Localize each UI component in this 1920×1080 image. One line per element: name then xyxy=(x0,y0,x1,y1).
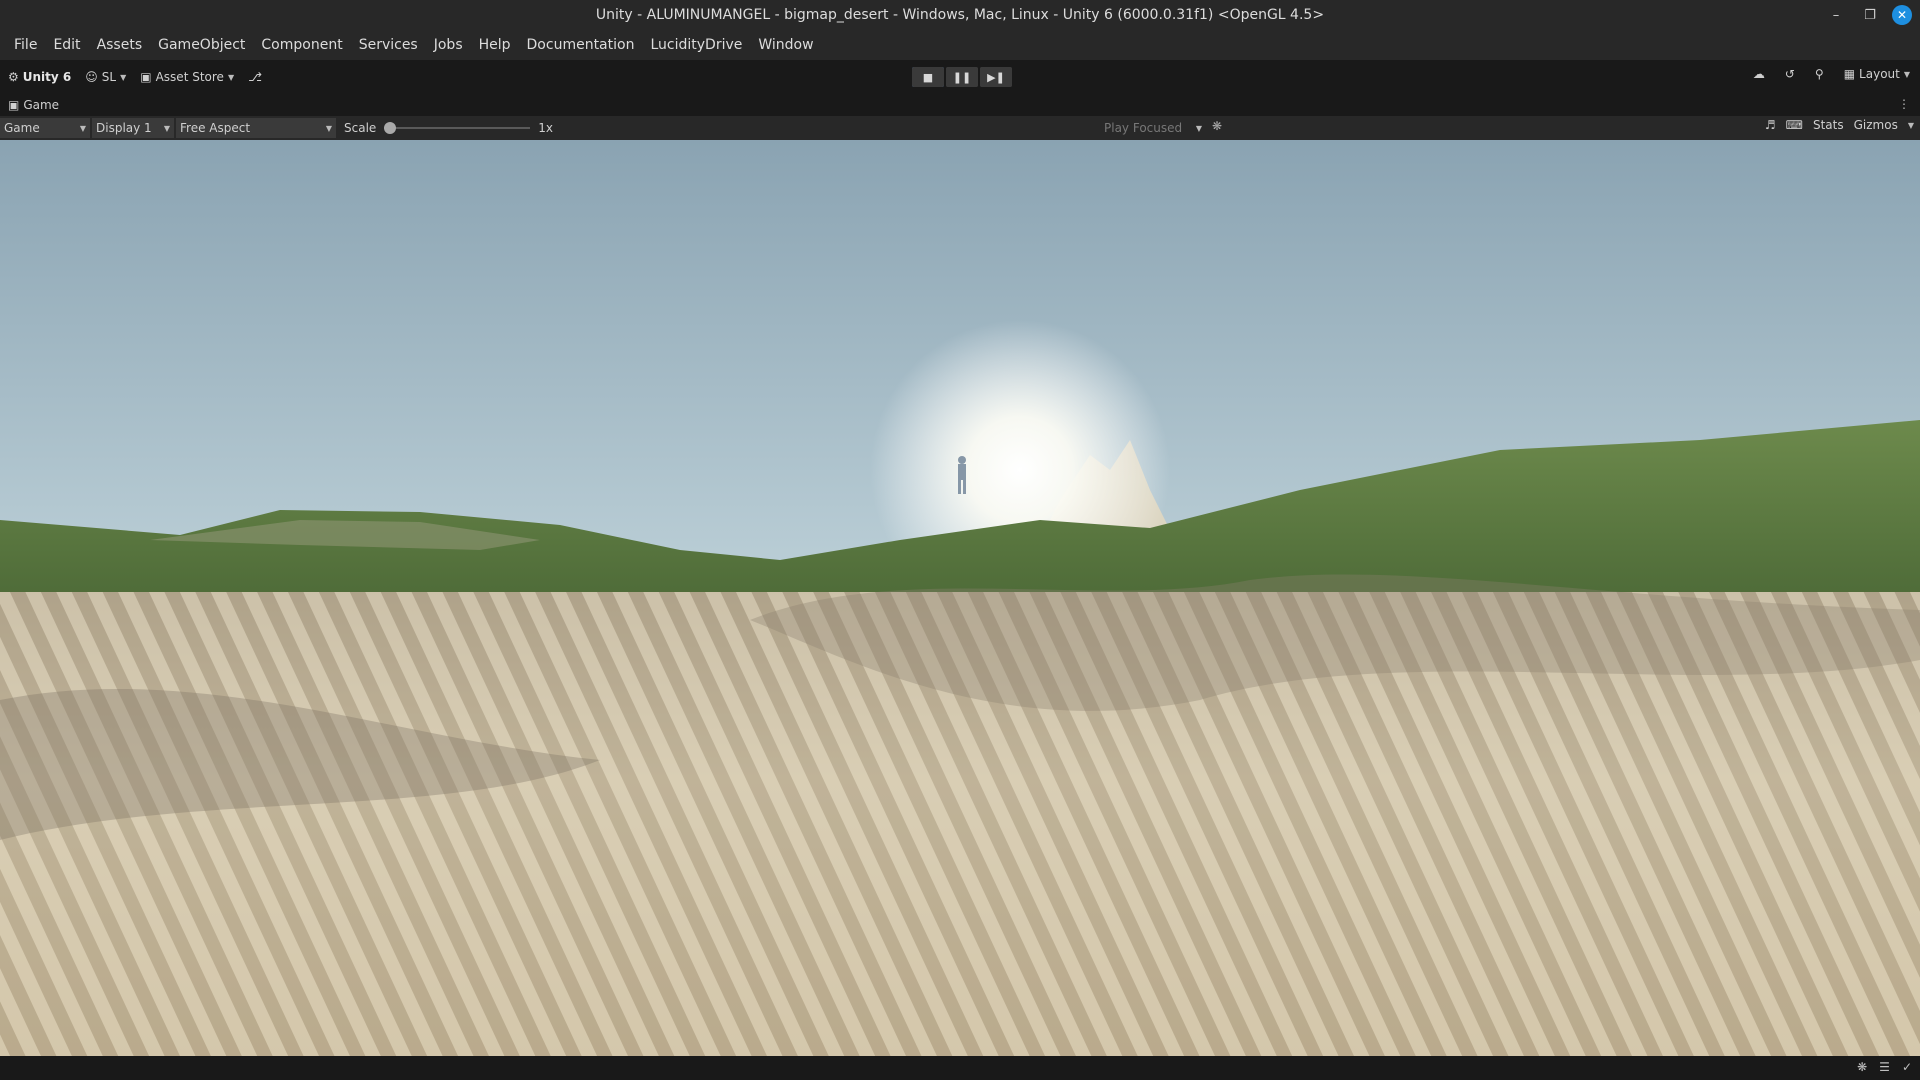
gamepad-icon: ▣ xyxy=(8,98,20,112)
display-label: Display 1 xyxy=(96,121,152,135)
layout-dropdown[interactable]: ▦ Layout ▼ xyxy=(1844,67,1910,81)
keyboard-icon[interactable]: ⌨ xyxy=(1786,118,1803,132)
play-mode-dropdown[interactable]: Play Focused ▼ xyxy=(1100,118,1206,138)
stop-icon: ■ xyxy=(912,67,944,87)
menu-bar: File Edit Assets GameObject Component Se… xyxy=(0,30,1920,60)
account-dropdown[interactable]: ☺ SL ▼ xyxy=(85,70,126,84)
audio-icon[interactable]: ♬ xyxy=(1765,118,1776,132)
title-bar: Unity - ALUMINUMANGEL - bigmap_desert - … xyxy=(0,0,1920,30)
display-dropdown[interactable]: Display 1 ▼ xyxy=(92,118,174,138)
branch-icon: ⎇ xyxy=(248,70,262,84)
menu-edit[interactable]: Edit xyxy=(45,37,88,53)
step-button[interactable]: ▶❚ xyxy=(980,67,1012,87)
tab-bar: ▣ Game ⋮ xyxy=(0,94,1920,116)
asset-store-dropdown[interactable]: ▣ Asset Store ▼ xyxy=(140,70,234,84)
menu-window[interactable]: Window xyxy=(750,37,821,53)
minimize-icon[interactable]: – xyxy=(1824,4,1848,26)
main-toolbar: ⚙ Unity 6 ☺ SL ▼ ▣ Asset Store ▼ ⎇ ■ ❚❚ … xyxy=(0,60,1920,94)
more-options-icon[interactable]: ⋮ xyxy=(1898,97,1910,111)
asset-store-label: Asset Store xyxy=(155,70,224,84)
account-icon: ☺ xyxy=(85,70,98,84)
search-icon[interactable]: ⚲ xyxy=(1815,67,1824,81)
menu-services[interactable]: Services xyxy=(351,37,426,53)
scale-slider[interactable] xyxy=(384,122,531,134)
aspect-label: Free Aspect xyxy=(180,121,251,135)
pause-button[interactable]: ❚❚ xyxy=(946,67,978,87)
layout-icon: ▦ xyxy=(1843,67,1856,81)
scale-slider-handle[interactable] xyxy=(384,122,397,134)
aspect-dropdown[interactable]: Free Aspect ▼ xyxy=(176,118,336,138)
status-bar: ❋ ☰ ✓ xyxy=(0,1056,1920,1080)
view-mode-label: Game xyxy=(4,121,40,135)
game-render xyxy=(0,140,1920,1056)
account-label: SL xyxy=(101,70,117,84)
chevron-down-icon: ▼ xyxy=(79,123,86,133)
chevron-down-icon: ▼ xyxy=(120,72,127,82)
scale-control: Scale 1x xyxy=(338,121,553,135)
menu-component[interactable]: Component xyxy=(253,37,350,53)
menu-help[interactable]: Help xyxy=(471,37,519,53)
step-icon: ▶❚ xyxy=(980,67,1012,87)
version-control-button[interactable]: ⎇ xyxy=(248,70,262,84)
chevron-down-icon: ▼ xyxy=(1903,69,1910,79)
scale-label: Scale xyxy=(344,121,377,135)
unity-button[interactable]: ⚙ Unity 6 xyxy=(8,70,71,84)
chevron-down-icon: ▼ xyxy=(325,123,332,133)
play-controls: ■ ❚❚ ▶❚ xyxy=(912,67,1012,87)
tab-game-label: Game xyxy=(23,98,60,112)
shopping-bag-icon: ▣ xyxy=(140,70,152,84)
chevron-down-icon: ▼ xyxy=(227,72,235,82)
menu-luciditydrive[interactable]: LucidityDrive xyxy=(642,37,750,53)
unity-label: Unity 6 xyxy=(22,70,72,84)
debug-icon[interactable]: ❋ xyxy=(1857,1060,1867,1074)
menu-documentation[interactable]: Documentation xyxy=(519,37,643,53)
check-circle-icon[interactable]: ✓ xyxy=(1902,1060,1912,1074)
chevron-down-icon: ▼ xyxy=(1195,123,1202,133)
play-button[interactable]: ■ xyxy=(912,67,944,87)
layers-icon[interactable]: ☰ xyxy=(1879,1060,1890,1074)
chevron-down-icon: ▼ xyxy=(163,123,170,133)
window-title: Unity - ALUMINUMANGEL - bigmap_desert - … xyxy=(595,7,1325,23)
view-mode-dropdown[interactable]: Game ▼ xyxy=(0,118,90,138)
menu-gameobject[interactable]: GameObject xyxy=(150,37,253,53)
tab-game[interactable]: ▣ Game xyxy=(8,98,59,112)
stats-button[interactable]: Stats xyxy=(1813,118,1844,132)
close-icon[interactable]: ✕ xyxy=(1892,5,1912,25)
gizmos-button[interactable]: Gizmos xyxy=(1854,118,1898,132)
game-viewport[interactable] xyxy=(0,140,1920,1056)
pause-icon: ❚❚ xyxy=(946,67,978,87)
restore-icon[interactable]: ❐ xyxy=(1858,4,1882,26)
history-icon[interactable]: ↺ xyxy=(1785,67,1795,81)
menu-assets[interactable]: Assets xyxy=(89,37,151,53)
cloud-icon[interactable]: ☁ xyxy=(1753,67,1765,81)
play-mode-label: Play Focused xyxy=(1104,121,1183,135)
bug-icon[interactable]: ❋ xyxy=(1212,119,1222,133)
scale-value: 1x xyxy=(538,121,554,135)
menu-jobs[interactable]: Jobs xyxy=(426,37,471,53)
layout-label: Layout xyxy=(1859,67,1900,81)
game-view-toolbar: Game ▼ Display 1 ▼ Free Aspect ▼ Scale 1… xyxy=(0,116,1920,140)
unity-logo-icon: ⚙ xyxy=(8,70,19,84)
gizmos-chevron-icon[interactable]: ▼ xyxy=(1908,121,1914,130)
menu-file[interactable]: File xyxy=(6,37,45,53)
